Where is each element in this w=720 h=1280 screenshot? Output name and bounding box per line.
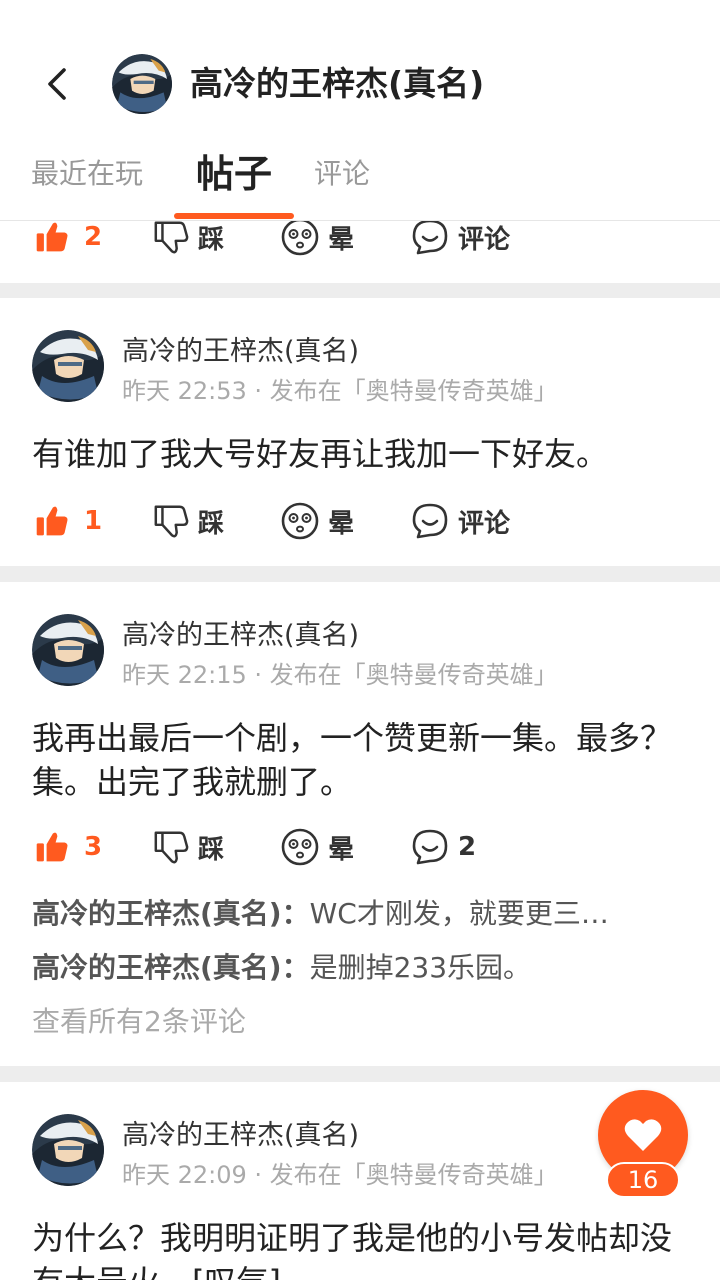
tab-comments[interactable]: 评论 (314, 154, 370, 194)
comment-button[interactable]: 2 (410, 822, 476, 872)
tab-recently-played[interactable]: 最近在玩 (31, 154, 143, 194)
profile-avatar[interactable] (112, 54, 172, 114)
author-avatar[interactable] (32, 614, 104, 686)
comment-label: 评论 (458, 224, 511, 255)
author-name[interactable]: 高冷的王梓杰(真名) (122, 334, 359, 370)
dislike-button[interactable]: 踩 (152, 496, 224, 546)
thumbs-up-icon (34, 829, 70, 865)
post-actions: 3 踩 晕 2 (0, 822, 720, 872)
dizzy-button[interactable]: 晕 (280, 822, 354, 872)
author-name[interactable]: 高冷的王梓杰(真名) (122, 618, 359, 654)
comment-bubble-icon (410, 501, 450, 541)
comment-text: 是删掉233乐园。 (309, 951, 532, 984)
post-content[interactable]: 我再出最后一个剧，一个赞更新一集。最多？集。出完了我就删了。 (32, 716, 692, 804)
like-count: 2 (84, 222, 103, 252)
dizzy-face-icon (280, 501, 320, 541)
commenter-name: 高冷的王梓杰(真名)： (32, 897, 310, 930)
post-card[interactable]: 高冷的王梓杰(真名) 昨天 22:15 · 发布在「奥特曼传奇英雄」 我再出最后… (0, 582, 720, 1066)
dislike-label: 踩 (198, 224, 225, 255)
thumbs-down-icon (152, 502, 190, 540)
dizzy-label: 晕 (328, 834, 355, 865)
comment-bubble-icon (410, 827, 450, 867)
post-meta: 昨天 22:15 · 发布在「奥特曼传奇英雄」 (122, 661, 558, 689)
post-card[interactable]: 高冷的王梓杰(真名) 昨天 22:53 · 发布在「奥特曼传奇英雄」 有谁加了我… (0, 298, 720, 566)
like-count: 3 (84, 832, 103, 862)
dizzy-label: 晕 (328, 224, 355, 255)
comment-preview[interactable]: 高冷的王梓杰(真名)：WC才刚发，就要更三… (32, 894, 609, 934)
dizzy-label: 晕 (328, 508, 355, 539)
comment-text: WC才刚发，就要更三… (309, 897, 609, 930)
tab-bar: 最近在玩 帖子 评论 (0, 140, 720, 220)
like-count: 1 (84, 506, 103, 536)
comment-preview[interactable]: 高冷的王梓杰(真名)：是删掉233乐园。 (32, 948, 531, 988)
post-content[interactable]: 有谁加了我大号好友再让我加一下好友。 (32, 432, 692, 476)
post-actions: 1 踩 晕 评论 (0, 496, 720, 546)
back-button[interactable] (36, 62, 80, 106)
heart-icon (624, 1119, 662, 1151)
thumbs-down-icon (152, 828, 190, 866)
post-meta: 昨天 22:09 · 发布在「奥特曼传奇英雄」 (122, 1161, 558, 1189)
commenter-name: 高冷的王梓杰(真名)： (32, 951, 310, 984)
back-arrow-icon (48, 68, 66, 100)
comment-count: 2 (458, 832, 477, 862)
author-name[interactable]: 高冷的王梓杰(真名) (122, 1118, 359, 1154)
post-content[interactable]: 为什么？我明明证明了我是他的小号发帖却没有大号火。[叹气] (32, 1216, 692, 1280)
comment-button[interactable]: 评论 (410, 496, 510, 546)
dizzy-face-icon (280, 827, 320, 867)
like-button[interactable]: 1 (34, 496, 102, 546)
author-avatar[interactable] (32, 1114, 104, 1186)
top-bar: 高冷的王梓杰(真名) 最近在玩 帖子 评论 (0, 0, 720, 221)
author-avatar[interactable] (32, 330, 104, 402)
comment-label: 评论 (458, 508, 511, 539)
view-all-comments-link[interactable]: 查看所有2条评论 (32, 1002, 246, 1042)
like-button[interactable]: 3 (34, 822, 102, 872)
thumbs-down-icon (152, 218, 190, 256)
dizzy-button[interactable]: 晕 (280, 496, 354, 546)
active-tab-indicator (174, 213, 294, 219)
dislike-label: 踩 (198, 834, 225, 865)
profile-name: 高冷的王梓杰(真名) (190, 64, 485, 103)
floating-like-count: 16 (606, 1162, 680, 1198)
post-meta: 昨天 22:53 · 发布在「奥特曼传奇英雄」 (122, 377, 558, 405)
dislike-label: 踩 (198, 508, 225, 539)
dislike-button[interactable]: 踩 (152, 822, 224, 872)
comment-bubble-icon (410, 217, 450, 257)
thumbs-up-icon (34, 503, 70, 539)
dizzy-face-icon (280, 217, 320, 257)
tab-posts[interactable]: 帖子 (196, 148, 272, 200)
thumbs-up-icon (34, 219, 70, 255)
